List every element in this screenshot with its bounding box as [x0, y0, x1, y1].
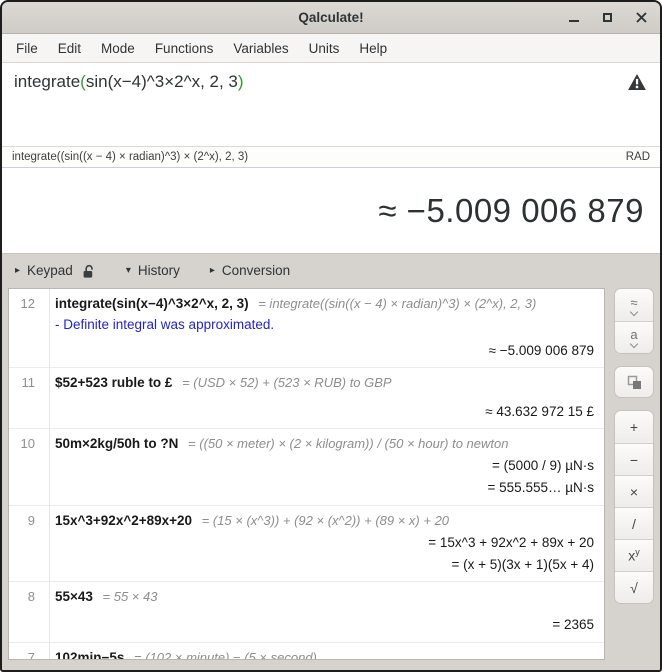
history-result[interactable]: = 15x^3 + 92x^2 + 89x + 20 — [55, 534, 594, 552]
x-power-y-icon: xy — [628, 547, 640, 564]
history-input-expression[interactable]: integrate(sin(x−4)^3×2^x, 2, 3) — [55, 296, 249, 311]
history-result[interactable]: = (x + 5)(3x + 1)(5x + 4) — [55, 556, 594, 574]
menu-item-mode[interactable]: Mode — [91, 37, 145, 60]
history-index: 7 — [9, 649, 43, 660]
history-expander[interactable]: ▾ History — [126, 263, 180, 278]
menu-item-edit[interactable]: Edit — [48, 37, 91, 60]
history-result[interactable]: = (5000 / 9) µN·s — [55, 457, 594, 475]
menu-item-help[interactable]: Help — [349, 37, 397, 60]
history-list[interactable]: 12 integrate(sin(x−4)^3×2^x, 2, 3) = int… — [8, 288, 605, 660]
qalculate-window: Qalculate! FileEditModeFunctionsVariable… — [0, 0, 662, 672]
power-button[interactable]: xy — [615, 539, 653, 571]
history-index: 8 — [9, 588, 43, 634]
history-parsed-expression: = integrate((sin((x − 4) × radian)^3) × … — [255, 296, 537, 311]
history-input-expression[interactable]: 55×43 — [55, 589, 93, 604]
history-parsed-expression: = 55 × 43 — [99, 589, 158, 604]
history-entry[interactable]: 7 102min−5s = (102 × minute) − (5 × seco… — [9, 643, 604, 660]
status-bar: integrate((sin((x − 4) × radian)^3) × (2… — [2, 146, 660, 168]
menubar: FileEditModeFunctionsVariablesUnitsHelp — [2, 34, 660, 63]
history-input-expression[interactable]: 102min−5s — [55, 650, 124, 660]
main-content: 12 integrate(sin(x−4)^3×2^x, 2, 3) = int… — [2, 287, 660, 670]
history-entry[interactable]: 8 55×43 = 55 × 43 = 2365 — [9, 582, 604, 642]
history-input-expression[interactable]: 50m×2kg/50h to ?N — [55, 436, 178, 451]
conversion-expander[interactable]: ▸ Conversion — [210, 263, 290, 278]
approximation-menu-button[interactable]: ≈ — [615, 289, 653, 321]
sqrt-button[interactable]: √ — [615, 571, 653, 603]
result-display: ≈ −5.009 006 879 — [2, 168, 660, 254]
conversion-label: Conversion — [222, 263, 290, 278]
minus-button[interactable]: − — [615, 443, 653, 475]
history-result[interactable]: = 555.555… µN·s — [55, 479, 594, 497]
menu-item-units[interactable]: Units — [299, 37, 350, 60]
window-title: Qalculate! — [298, 10, 363, 25]
minimize-icon — [569, 20, 579, 22]
close-icon — [636, 12, 647, 23]
expression-input[interactable]: integrate(sin(x−4)^3×2^x, 2, 3) — [2, 63, 660, 146]
maximize-button[interactable] — [601, 11, 614, 24]
history-result[interactable]: ≈ 43.632 972 15 £ — [55, 403, 594, 421]
history-index: 10 — [9, 435, 43, 498]
multiply-button[interactable]: × — [615, 475, 653, 507]
approx-equals-icon: ≈ — [630, 296, 637, 309]
history-entry[interactable]: 9 15x^3+92x^2+89x+20 = (15 × (x^3)) + (9… — [9, 506, 604, 583]
panel-toolbar: ▸ Keypad ▾ History ▸ Conversion — [2, 254, 660, 287]
history-entry[interactable]: 11 $52+523 ruble to £ = (USD × 52) + (52… — [9, 368, 604, 428]
titlebar[interactable]: Qalculate! — [2, 2, 660, 34]
history-input-expression[interactable]: $52+523 ruble to £ — [55, 375, 172, 390]
history-parsed-expression: = (15 × (x^3)) + (92 × (x^2)) + (89 × x)… — [198, 513, 449, 528]
history-parsed-expression: = ((50 × meter) × (2 × kilogram)) / (50 … — [184, 436, 508, 451]
menu-item-variables[interactable]: Variables — [223, 37, 298, 60]
plus-button[interactable]: + — [615, 411, 653, 443]
history-index: 11 — [9, 374, 43, 420]
menu-item-functions[interactable]: Functions — [145, 37, 224, 60]
side-button-column: ≈ a + — [614, 288, 654, 660]
keypad-label: Keypad — [27, 263, 73, 278]
collapsed-triangle-icon: ▸ — [210, 265, 215, 276]
history-result[interactable]: ≈ −5.009 006 879 — [55, 342, 594, 360]
history-parsed-expression: = (102 × minute) − (5 × second) — [130, 650, 316, 660]
unlock-icon[interactable] — [82, 264, 96, 279]
copy-icon — [627, 375, 642, 390]
menu-item-file[interactable]: File — [6, 37, 48, 60]
history-entry[interactable]: 12 integrate(sin(x−4)^3×2^x, 2, 3) = int… — [9, 289, 604, 368]
copy-result-button[interactable] — [614, 366, 654, 398]
close-button[interactable] — [635, 11, 648, 24]
history-parsed-expression: = (USD × 52) + (523 × RUB) to GBP — [178, 375, 391, 390]
minimize-button[interactable] — [567, 11, 580, 24]
maximize-icon — [603, 13, 612, 22]
history-result[interactable]: = 2365 — [55, 616, 594, 634]
parsed-expression: integrate((sin((x − 4) × radian)^3) × (2… — [12, 151, 248, 163]
history-index: 9 — [9, 512, 43, 575]
expanded-triangle-icon: ▾ — [126, 265, 131, 276]
history-index: 12 — [9, 295, 43, 360]
divide-button[interactable]: / — [615, 507, 653, 539]
keypad-expander[interactable]: ▸ Keypad — [15, 263, 96, 279]
history-message: - Definite integral was approximated. — [55, 317, 594, 332]
angle-mode-label: RAD — [626, 151, 650, 163]
warning-icon[interactable] — [628, 74, 646, 90]
history-input-expression[interactable]: 15x^3+92x^2+89x+20 — [55, 513, 192, 528]
history-entry[interactable]: 10 50m×2kg/50h to ?N = ((50 × meter) × (… — [9, 429, 604, 506]
notation-menu-button[interactable]: a — [615, 321, 653, 353]
result-value: ≈ −5.009 006 879 — [378, 192, 644, 230]
collapsed-triangle-icon: ▸ — [15, 265, 20, 276]
history-label: History — [138, 263, 180, 278]
expression-text: integrate(sin(x−4)^3×2^x, 2, 3) — [14, 72, 244, 91]
